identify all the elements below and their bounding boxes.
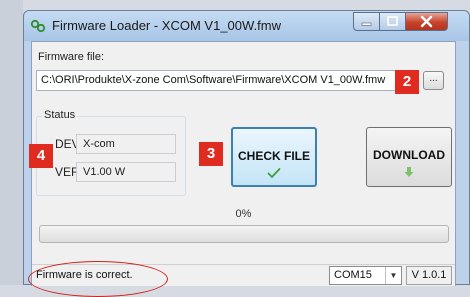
checkmark-icon (267, 168, 281, 179)
firmware-file-label: Firmware file: (38, 51, 105, 63)
com-port-value: COM15 (334, 269, 372, 281)
check-file-label: CHECK FILE (238, 149, 310, 163)
close-icon (420, 15, 433, 28)
download-label: DOWNLOAD (373, 148, 445, 162)
status-group-title: Status (42, 109, 78, 121)
app-icon (30, 19, 46, 33)
client-area: Firmware file: C:\ORI\Produkte\X-zone Co… (28, 41, 456, 297)
minimize-icon (361, 22, 372, 26)
browse-button[interactable]: ... (423, 71, 444, 90)
annotation-highlight-oval (28, 261, 168, 297)
dev-field: X-com (76, 134, 176, 154)
chevron-down-icon[interactable]: ▼ (385, 267, 401, 284)
version-label: V 1.0.1 (406, 266, 452, 285)
minimize-button[interactable] (353, 12, 380, 31)
progress-bar (39, 225, 449, 243)
check-file-button[interactable]: CHECK FILE (231, 127, 317, 187)
download-arrow-icon (404, 167, 414, 177)
firmware-loader-window: Firmware Loader - XCOM V1_00W.fmw Firmwa… (23, 10, 470, 297)
annotation-badge-3: 3 (199, 142, 223, 166)
com-port-select[interactable]: COM15 ▼ (329, 266, 402, 285)
firmware-path-field[interactable]: C:\ORI\Produkte\X-zone Com\Software\Firm… (36, 70, 408, 91)
status-bar: Firmware is correct. COM15 ▼ V 1.0.1 (28, 261, 455, 297)
annotation-badge-2: 2 (395, 70, 419, 94)
maximize-icon (387, 16, 398, 26)
progress-percent: 0% (235, 208, 252, 220)
window-title: Firmware Loader - XCOM V1_00W.fmw (52, 18, 282, 33)
title-bar[interactable]: Firmware Loader - XCOM V1_00W.fmw (24, 11, 469, 41)
status-group (36, 116, 186, 196)
download-button[interactable]: DOWNLOAD (366, 127, 452, 187)
ver-field: V1.00 W (76, 162, 176, 182)
background-panel (0, 0, 23, 285)
maximize-button[interactable] (379, 12, 406, 31)
annotation-badge-4: 4 (29, 144, 53, 168)
close-button[interactable] (405, 12, 448, 31)
